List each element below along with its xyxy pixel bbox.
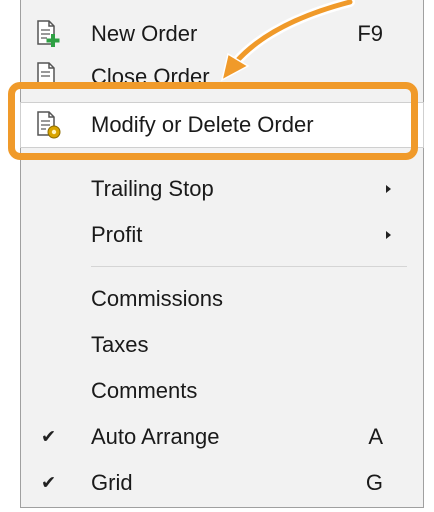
menu-item-label: Trailing Stop: [91, 176, 214, 201]
checkmark-icon: ✔: [41, 472, 57, 494]
menu-item-trailing-stop[interactable]: Trailing Stop: [21, 167, 423, 211]
menu-item-taxes[interactable]: Taxes: [21, 323, 423, 367]
checkmark-icon: ✔: [41, 426, 57, 448]
menu-item-label: Commissions: [91, 286, 224, 311]
menu-item-label: Close Order: [91, 64, 210, 88]
menu-item-modify-or-delete-order[interactable]: Modify or Delete Order: [20, 102, 424, 148]
new-order-icon: [35, 20, 61, 48]
menu-item-label: Comments: [91, 378, 198, 403]
shortcut-key: A: [368, 424, 383, 449]
menu-separator: [91, 266, 407, 267]
menu-item-label: Profit: [91, 222, 143, 247]
menu-item-label: Taxes: [91, 332, 149, 357]
close-order-icon: [35, 62, 61, 88]
modify-order-icon: [35, 111, 61, 139]
menu-item-label: Modify or Delete Order: [91, 112, 314, 137]
menu-item-new-order[interactable]: New Order F9: [21, 12, 423, 56]
screenshot-stage: New Order F9 Close Order Modify or Delet…: [0, 0, 434, 512]
submenu-arrow-icon: [386, 231, 391, 239]
menu-item-auto-arrange[interactable]: ✔ Auto Arrange A: [21, 415, 423, 459]
menu-item-label: New Order: [91, 21, 198, 46]
submenu-arrow-icon: [386, 185, 391, 193]
menu-item-profit[interactable]: Profit: [21, 213, 423, 257]
shortcut-key: G: [365, 470, 383, 495]
context-menu: New Order F9 Close Order Modify or Delet…: [20, 0, 424, 508]
menu-item-close-order[interactable]: Close Order: [21, 56, 423, 88]
menu-item-label: Grid: [91, 470, 133, 495]
shortcut-key: F9: [357, 21, 383, 46]
menu-item-label: Auto Arrange: [91, 424, 220, 449]
menu-item-comments[interactable]: Comments: [21, 369, 423, 413]
menu-item-grid[interactable]: ✔ Grid G: [21, 461, 423, 505]
menu-item-commissions[interactable]: Commissions: [21, 277, 423, 321]
